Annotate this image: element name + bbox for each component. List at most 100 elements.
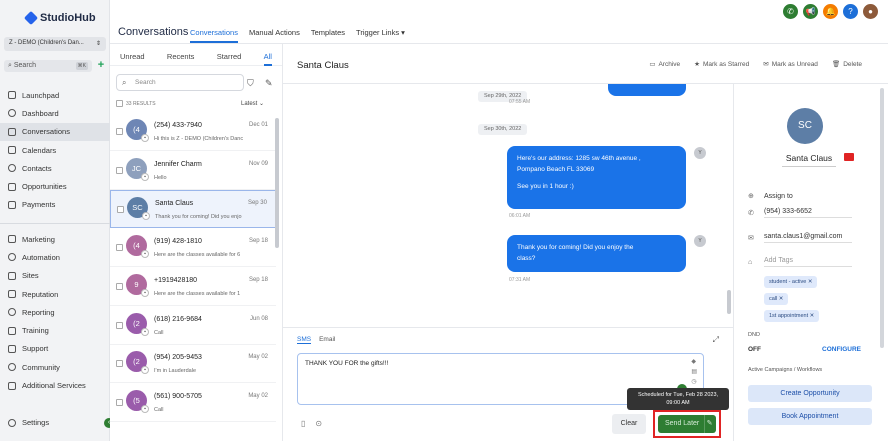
snippet-icon[interactable]: ⊙ (315, 419, 322, 428)
message-text-line: class? (517, 255, 536, 262)
create-opportunity-button[interactable]: Create Opportunity (748, 385, 872, 402)
row-checkbox[interactable] (116, 321, 123, 329)
row-checkbox[interactable] (117, 206, 124, 214)
archive-button[interactable]: ▭ Archive (649, 60, 680, 68)
assign-to-row[interactable]: ⊕ Assign to (748, 192, 793, 201)
conversation-item[interactable]: (4 ▪ (919) 428-1810 Sep 18 Here are the clas… (110, 229, 276, 268)
user-photo-icon[interactable]: ● (863, 4, 878, 19)
tab-email[interactable]: Email (319, 336, 335, 344)
contact-panel: SC Santa Claus ⊕ Assign to ✆ (954) 333-6… (733, 84, 888, 441)
phone-icon[interactable]: ✆ (783, 4, 798, 19)
conversation-item[interactable]: 9 ▪ +1919428180 Sep 18 Here are the classes … (110, 268, 276, 306)
row-checkbox[interactable] (116, 166, 123, 174)
sidebar-item-dashboard[interactable]: Dashboard (0, 104, 110, 122)
close-icon[interactable]: ✕ (810, 313, 815, 319)
tab-all[interactable]: All (263, 52, 272, 66)
sidebar-item-reporting[interactable]: Reporting (0, 303, 110, 321)
account-switcher[interactable]: Z - DEMO (Children's Dan... ⇕ (4, 37, 106, 51)
star-button[interactable]: ★ Mark as Starred (694, 60, 749, 68)
conversation-item[interactable]: (4 ▪ (254) 433-7940 Dec 01 Hi this is Z - DE… (110, 113, 276, 151)
sort-dropdown[interactable]: Latest ⌄ (241, 100, 264, 107)
mark-unread-button[interactable]: ✉ Mark as Unread (763, 60, 818, 68)
list-scrollbar[interactable] (275, 118, 279, 248)
sidebar-item-payments[interactable]: Payments (0, 196, 110, 214)
conversation-search-input[interactable]: ⌕ Search (116, 74, 244, 91)
close-icon[interactable]: ✕ (779, 296, 784, 302)
tag-label: student - active (769, 279, 807, 285)
row-checkbox[interactable] (116, 128, 123, 135)
megaphone-icon[interactable]: 📢 (803, 4, 818, 19)
sidebar-item-automation[interactable]: Automation (0, 248, 110, 266)
filter-icon[interactable]: ⛉ (247, 78, 254, 89)
edit-schedule-icon[interactable]: ✎ (704, 415, 714, 433)
add-tags-input[interactable]: ⌂ Add Tags (748, 257, 852, 267)
tag-chip[interactable]: 1st appointment ✕ (764, 310, 820, 322)
message-type-icon: ▪ (141, 366, 149, 375)
bell-icon[interactable]: 🔔 (823, 4, 838, 19)
tab-templates[interactable]: Templates (311, 28, 345, 43)
archive-label: Archive (658, 61, 681, 68)
sidebar-item-settings[interactable]: Settings (8, 418, 49, 427)
contact-name[interactable]: Santa Claus (782, 153, 836, 167)
conversation-item[interactable]: SC ▪ Santa Claus Sep 30 Thank you for coming… (110, 190, 276, 229)
conversation-item[interactable]: (2 ▪ (618) 216-9684 Jun 08 Call (110, 307, 276, 345)
attachment-icon[interactable]: ▯ (301, 419, 305, 428)
conversation-date: May 02 (248, 354, 268, 361)
sidebar-item-label: Opportunities (22, 182, 67, 192)
sidebar-item-opportunities[interactable]: Opportunities (0, 177, 110, 195)
payments-icon (8, 200, 16, 209)
contact-scrollbar[interactable] (880, 88, 884, 348)
tab-unread[interactable]: Unread (120, 52, 145, 65)
contact-avatar: SC (787, 108, 823, 144)
tag-icon[interactable]: ◆ (691, 358, 697, 365)
sidebar-item-community[interactable]: Community (0, 358, 110, 376)
tag-chip[interactable]: student - active ✕ (764, 276, 818, 288)
sidebar-item-calendars[interactable]: Calendars (0, 141, 110, 159)
phone-row[interactable]: ✆ (954) 333-6652 (748, 208, 852, 218)
tab-recents[interactable]: Recents (167, 52, 195, 65)
row-checkbox[interactable] (116, 282, 123, 290)
row-checkbox[interactable] (116, 360, 123, 368)
send-later-button[interactable]: Send Later ✎ (658, 415, 716, 433)
select-all-checkbox[interactable] (116, 100, 123, 107)
tab-manual-actions[interactable]: Manual Actions (249, 28, 300, 43)
sidebar-item-support[interactable]: Support (0, 340, 110, 358)
delete-button[interactable]: 🗑 Delete (832, 60, 862, 68)
chat-contact-name: Santa Claus (297, 60, 349, 71)
clock-icon[interactable]: ◷ (691, 378, 697, 385)
tag-chip[interactable]: call ✕ (764, 293, 789, 305)
sidebar-item-training[interactable]: Training (0, 321, 110, 339)
sidebar-item-contacts[interactable]: Contacts (0, 159, 110, 177)
book-appointment-button[interactable]: Book Appointment (748, 408, 872, 425)
row-checkbox[interactable] (116, 244, 123, 252)
tab-conversations[interactable]: Conversations (190, 28, 238, 43)
configure-link[interactable]: CONFIGURE (822, 346, 861, 353)
sidebar-item-sites[interactable]: Sites (0, 267, 110, 285)
tag-icon: ⌂ (748, 258, 753, 266)
tab-trigger-links[interactable]: Trigger Links ▾ (356, 28, 405, 43)
sidebar-item-conversations[interactable]: Conversations (0, 122, 110, 141)
sidebar-item-marketing[interactable]: Marketing (0, 230, 110, 248)
sidebar-item-launchpad[interactable]: Launchpad (0, 86, 110, 104)
conversation-item[interactable]: (2 ▪ (954) 205-9453 May 02 I'm in Lauderdale (110, 345, 276, 384)
close-icon[interactable]: ✕ (808, 279, 813, 285)
sidebar-search[interactable]: ⌕ Search ⌘K (4, 60, 92, 72)
tab-sms[interactable]: SMS (297, 336, 312, 344)
thread-scrollbar[interactable] (727, 290, 731, 314)
sidebar-item-additional-services[interactable]: Additional Services (0, 376, 110, 394)
clipboard-icon[interactable]: ▤ (691, 368, 697, 375)
clear-button[interactable]: Clear (612, 414, 646, 434)
message-type-icon: ▪ (142, 212, 150, 221)
compose-icon[interactable]: ✎ (265, 78, 273, 89)
row-checkbox[interactable] (116, 398, 123, 406)
tab-starred[interactable]: Starred (217, 52, 242, 65)
conversation-item[interactable]: (5 ▪ (561) 900-5705 May 02 Call (110, 384, 276, 422)
sidebar-nav-main: Launchpad Dashboard Conversations Calendars… (0, 86, 110, 214)
quick-add-button[interactable]: + (95, 60, 107, 72)
sidebar-item-reputation[interactable]: Reputation (0, 285, 110, 303)
help-icon[interactable]: ? (843, 4, 858, 19)
app-logo[interactable]: StudioHub (23, 10, 96, 26)
email-row[interactable]: ✉ santa.claus1@gmail.com (748, 233, 852, 243)
conversation-item[interactable]: JC ▪ Jennifer Charm Nov 09 Hello (110, 152, 276, 190)
expand-icon[interactable]: ⤢ (713, 335, 719, 345)
